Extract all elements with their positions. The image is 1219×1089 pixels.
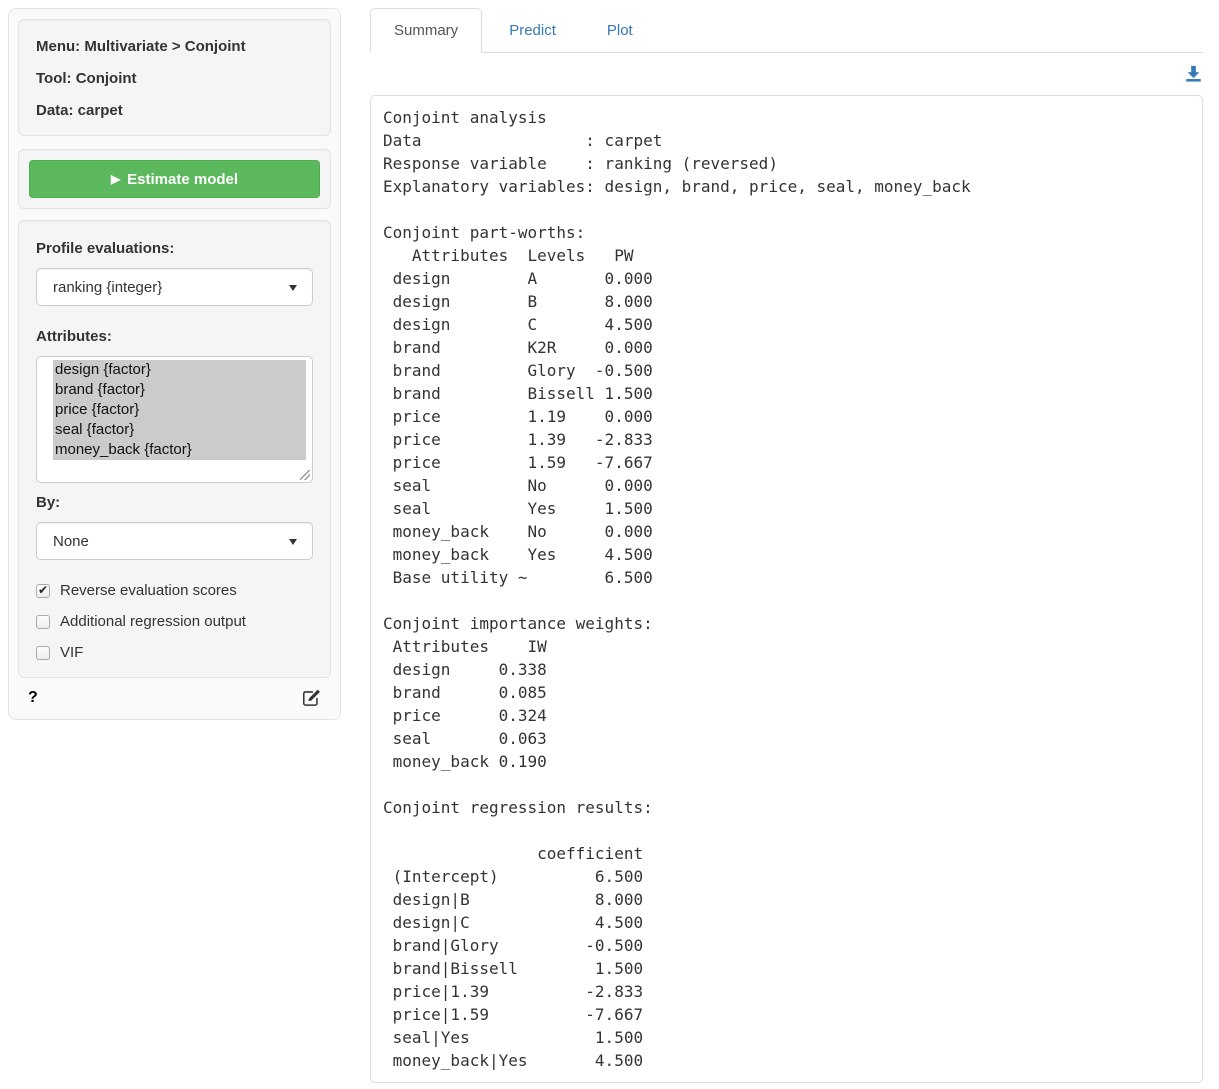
play-icon: ▶ xyxy=(111,172,120,186)
chevron-down-icon xyxy=(289,285,297,291)
dataset-name: Data: carpet xyxy=(36,102,313,119)
tool-name: Tool: Conjoint xyxy=(36,70,313,87)
additional-regression-output-row: Additional regression output xyxy=(36,613,313,630)
output-toolbar xyxy=(370,53,1203,95)
report-edit-icon[interactable] xyxy=(302,688,321,707)
attributes-option-design[interactable]: design {factor} xyxy=(53,360,306,380)
vif-row: VIF xyxy=(36,644,313,661)
estimate-model-button[interactable]: ▶ Estimate model xyxy=(29,160,320,198)
attributes-option-money-back[interactable]: money_back {factor} xyxy=(53,440,306,460)
sidebar-footer: ? xyxy=(18,678,331,707)
attributes-option-seal[interactable]: seal {factor} xyxy=(53,420,306,440)
by-label: By: xyxy=(36,494,313,511)
chevron-down-icon xyxy=(289,539,297,545)
download-icon[interactable] xyxy=(1185,65,1202,89)
tab-bar: Summary Predict Plot xyxy=(370,8,1203,53)
sidebar: Menu: Multivariate > Conjoint Tool: Conj… xyxy=(8,8,341,720)
summary-output-box: Conjoint analysis Data : carpet Response… xyxy=(370,95,1203,1083)
tab-summary[interactable]: Summary xyxy=(370,8,482,53)
model-form-panel: Profile evaluations: ranking {integer} A… xyxy=(18,220,331,678)
additional-regression-output-label: Additional regression output xyxy=(60,613,246,630)
reverse-evaluation-scores-row: Reverse evaluation scores xyxy=(36,582,313,599)
profile-evaluations-select[interactable]: ranking {integer} xyxy=(36,268,313,306)
context-info-panel: Menu: Multivariate > Conjoint Tool: Conj… xyxy=(18,19,331,136)
additional-regression-output-checkbox[interactable] xyxy=(36,615,50,629)
attributes-option-brand[interactable]: brand {factor} xyxy=(53,380,306,400)
conjoint-summary-text: Conjoint analysis Data : carpet Response… xyxy=(383,106,1190,1072)
attributes-multiselect[interactable]: design {factor} brand {factor} price {fa… xyxy=(36,356,313,483)
tab-predict[interactable]: Predict xyxy=(485,8,580,53)
tab-plot[interactable]: Plot xyxy=(583,8,657,53)
vif-checkbox[interactable] xyxy=(36,646,50,660)
profile-evaluations-value: ranking {integer} xyxy=(53,279,162,296)
radiant-app: Menu: Multivariate > Conjoint Tool: Conj… xyxy=(0,0,1219,1083)
menu-breadcrumb: Menu: Multivariate > Conjoint xyxy=(36,38,313,55)
vif-label: VIF xyxy=(60,644,83,661)
resize-handle-icon[interactable] xyxy=(300,470,310,480)
attributes-option-price[interactable]: price {factor} xyxy=(53,400,306,420)
reverse-evaluation-scores-label: Reverse evaluation scores xyxy=(60,582,237,599)
attributes-label: Attributes: xyxy=(36,328,313,345)
estimate-model-label: Estimate model xyxy=(127,171,238,188)
main-panel: Summary Predict Plot Conjoint analysis D… xyxy=(370,8,1203,1083)
reverse-evaluation-scores-checkbox[interactable] xyxy=(36,584,50,598)
by-select[interactable]: None xyxy=(36,522,313,560)
estimate-panel: ▶ Estimate model xyxy=(18,149,331,209)
by-value: None xyxy=(53,533,89,550)
profile-evaluations-label: Profile evaluations: xyxy=(36,240,313,257)
help-icon[interactable]: ? xyxy=(28,689,38,707)
